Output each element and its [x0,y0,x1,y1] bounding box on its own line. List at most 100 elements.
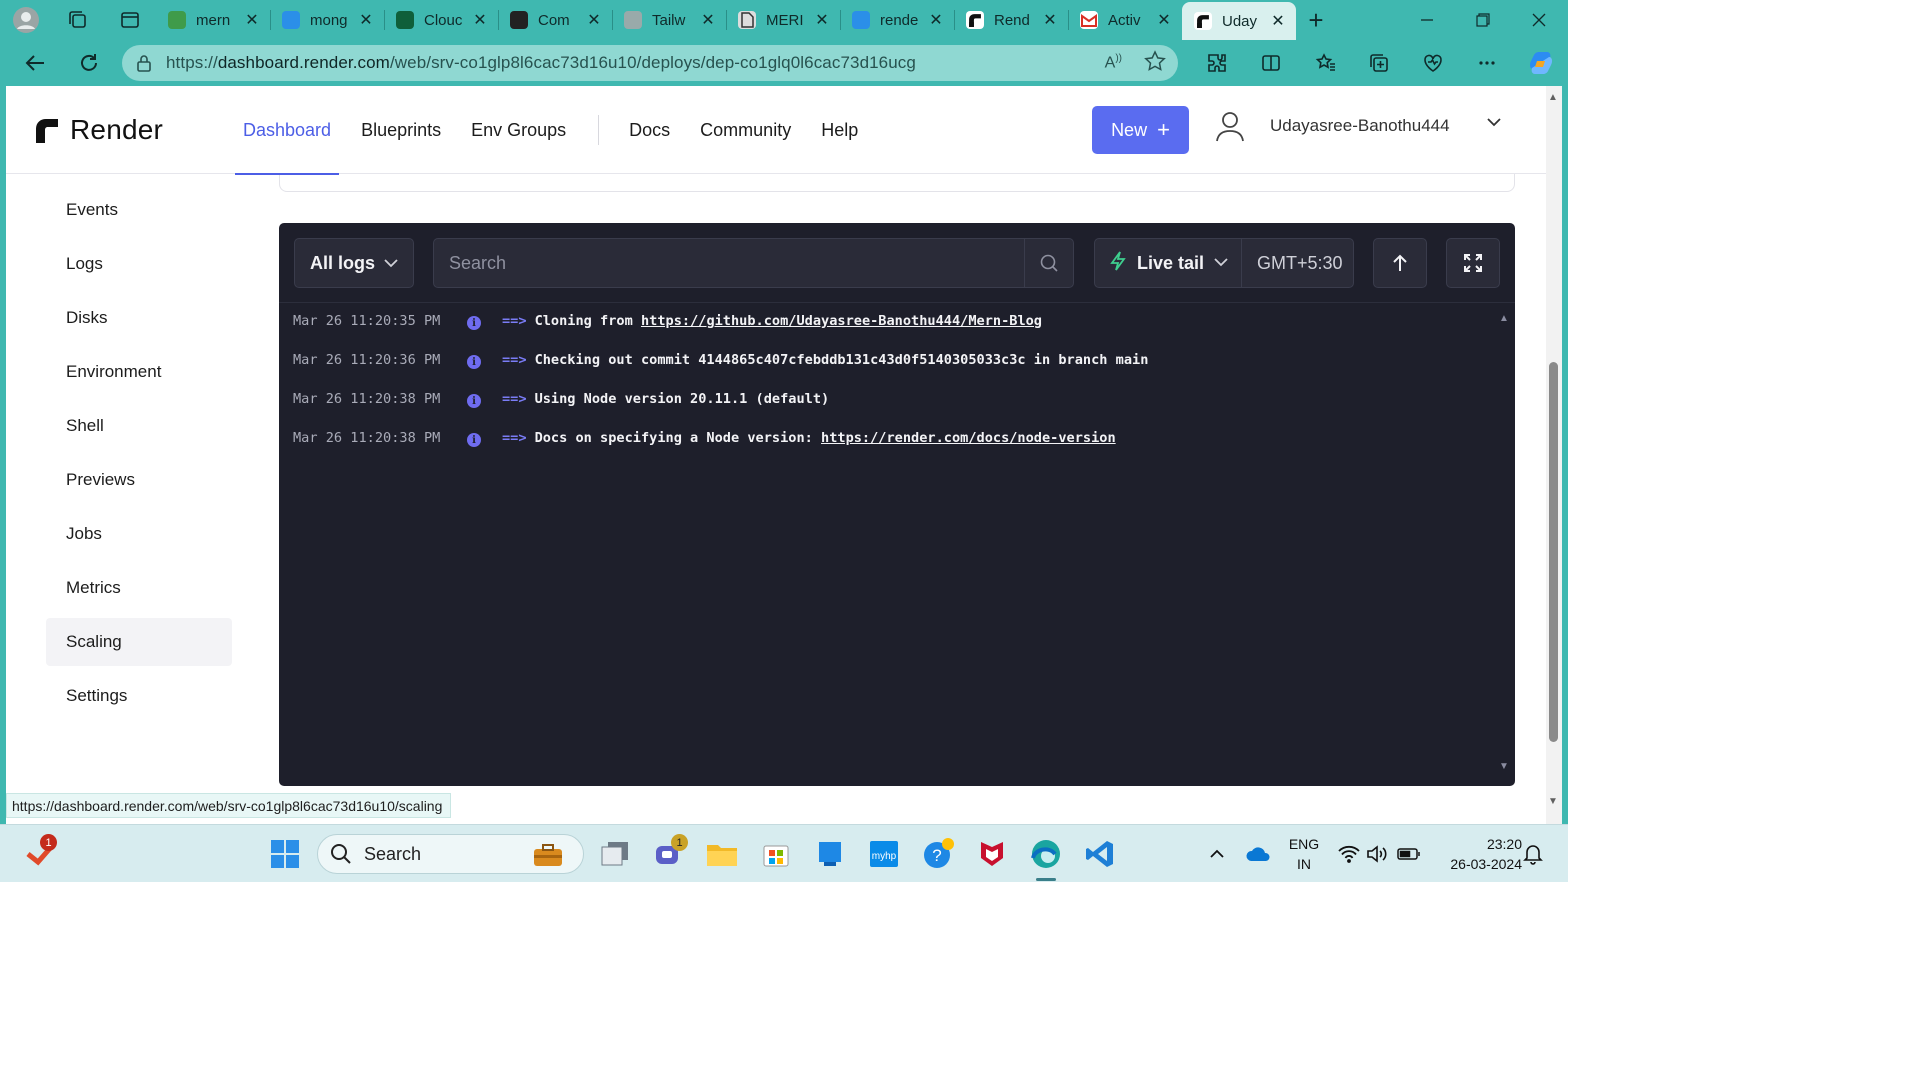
new-tab-button[interactable]: + [1296,0,1336,40]
restore-button[interactable] [1455,0,1511,40]
more-menu-icon[interactable] [1460,40,1514,86]
profile-avatar-icon[interactable] [0,0,52,40]
page-scrollbar-thumb[interactable] [1549,362,1558,742]
log-search-input[interactable] [434,239,1014,287]
sidebar-item-shell[interactable]: Shell [46,402,232,450]
url-bar[interactable]: https://dashboard.render.com/web/srv-co1… [122,45,1178,81]
live-tail-dropdown[interactable]: Live tail [1095,239,1242,287]
lock-icon[interactable] [122,54,166,72]
nav-blueprints[interactable]: Blueprints [353,86,449,174]
chevron-down-icon[interactable] [1486,114,1502,135]
browser-tab[interactable]: Tailw ✕ [612,0,726,40]
sidebar-item-previews[interactable]: Previews [46,456,232,504]
sidebar-item-jobs[interactable]: Jobs [46,510,232,558]
back-button[interactable] [8,40,62,86]
log-filter-dropdown[interactable]: All logs [294,238,414,288]
sidebar-item-events[interactable]: Events [46,186,232,234]
nav-community[interactable]: Community [692,86,799,174]
minimize-button[interactable] [1399,0,1455,40]
read-aloud-icon[interactable]: A)) [1105,53,1122,72]
copilot-icon[interactable] [1514,40,1568,86]
start-icon[interactable] [265,834,305,874]
edge-browser-icon[interactable] [1026,834,1066,881]
refresh-button[interactable] [62,40,116,86]
microsoft-store-icon[interactable] [756,834,796,874]
browser-tab[interactable]: Uday ✕ [1182,2,1296,40]
system-clock[interactable]: 23:20 26-03-2024 [1432,834,1522,874]
nav-dashboard[interactable]: Dashboard [235,86,340,175]
notifications-bell-icon[interactable] [1523,825,1543,883]
myhp-icon[interactable]: myhp [864,834,904,874]
sidebar-item-logs[interactable]: Logs [46,240,232,288]
page-scrollbar[interactable]: ▲ ▼ [1546,86,1562,824]
tab-actions-icon[interactable] [104,0,156,40]
scroll-up-icon[interactable]: ▲ [1499,313,1509,324]
wifi-icon[interactable] [1338,825,1360,883]
log-link[interactable]: https://github.com/Udayasree-Banothu444/… [641,313,1042,329]
browser-essentials-icon[interactable] [1406,40,1460,86]
browser-tab[interactable]: mern ✕ [156,0,270,40]
collections-icon[interactable] [1352,40,1406,86]
scroll-down-icon[interactable]: ▼ [1499,761,1509,772]
scroll-up-icon[interactable]: ▲ [1548,92,1558,103]
sidebar-item-settings[interactable]: Settings [46,672,232,720]
file-explorer-icon[interactable] [702,834,742,874]
battery-icon[interactable] [1397,825,1421,883]
log-message: Docs on specifying a Node version: [534,430,822,446]
scroll-down-icon[interactable]: ▼ [1548,796,1558,807]
task-view-icon[interactable] [595,834,635,874]
fullscreen-button[interactable] [1446,238,1500,288]
tab-close-icon[interactable]: ✕ [700,10,716,30]
tab-close-icon[interactable]: ✕ [1042,10,1058,30]
browser-tab[interactable]: rende ✕ [840,0,954,40]
timezone-label[interactable]: GMT+5:30 [1242,253,1343,274]
show-hidden-icons[interactable] [1205,825,1229,883]
new-button[interactable]: New + [1092,106,1189,154]
render-logo[interactable]: Render [34,114,163,146]
language-indicator[interactable]: ENG IN [1284,834,1324,874]
browser-tab[interactable]: Clouc ✕ [384,0,498,40]
browser-tab[interactable]: Rend ✕ [954,0,1068,40]
log-scrollbar[interactable]: ▲ ▼ [1499,313,1511,773]
log-link[interactable]: https://render.com/docs/node-version [821,430,1116,446]
tab-close-icon[interactable]: ✕ [358,10,374,30]
help-icon[interactable]: ? [918,834,958,874]
volume-icon[interactable] [1366,825,1390,883]
vscode-icon[interactable] [1080,834,1120,874]
sidebar-item-disks[interactable]: Disks [46,294,232,342]
tab-close-icon[interactable]: ✕ [814,10,830,30]
tab-close-icon[interactable]: ✕ [472,10,488,30]
tab-close-icon[interactable]: ✕ [244,10,260,30]
browser-tab[interactable]: MERI ✕ [726,0,840,40]
nav-env-groups[interactable]: Env Groups [463,86,574,174]
tab-close-icon[interactable]: ✕ [1156,10,1172,30]
notification-app-icon[interactable]: 1 [20,834,60,874]
browser-tab[interactable]: Com ✕ [498,0,612,40]
tab-close-icon[interactable]: ✕ [586,10,602,30]
workspaces-icon[interactable] [52,0,104,40]
log-arrow: ==> [502,391,527,407]
favorite-star-icon[interactable] [1144,49,1166,77]
search-icon[interactable] [1024,239,1073,287]
browser-tab[interactable]: Activ ✕ [1068,0,1182,40]
onedrive-icon[interactable] [1245,825,1271,883]
split-screen-icon[interactable] [1244,40,1298,86]
browser-tab[interactable]: mong ✕ [270,0,384,40]
teams-chat-icon[interactable]: 1 [649,834,689,874]
taskbar-search[interactable]: Search [317,834,584,874]
scroll-to-top-button[interactable] [1373,238,1427,288]
nav-docs[interactable]: Docs [621,86,678,174]
mcafee-icon[interactable] [972,834,1012,874]
extensions-icon[interactable] [1190,40,1244,86]
tab-close-icon[interactable]: ✕ [928,10,944,30]
user-menu[interactable]: Udayasree-Banothu444 [1212,108,1501,144]
favorites-icon[interactable] [1298,40,1352,86]
tab-close-icon[interactable]: ✕ [1270,11,1286,31]
nav-help[interactable]: Help [813,86,866,174]
sidebar-item-metrics[interactable]: Metrics [46,564,232,612]
azure-app-icon[interactable] [810,834,850,874]
sidebar-item-scaling[interactable]: Scaling [46,618,232,666]
sidebar-item-environment[interactable]: Environment [46,348,232,396]
close-window-button[interactable] [1511,0,1567,40]
log-arrow: ==> [502,430,527,446]
